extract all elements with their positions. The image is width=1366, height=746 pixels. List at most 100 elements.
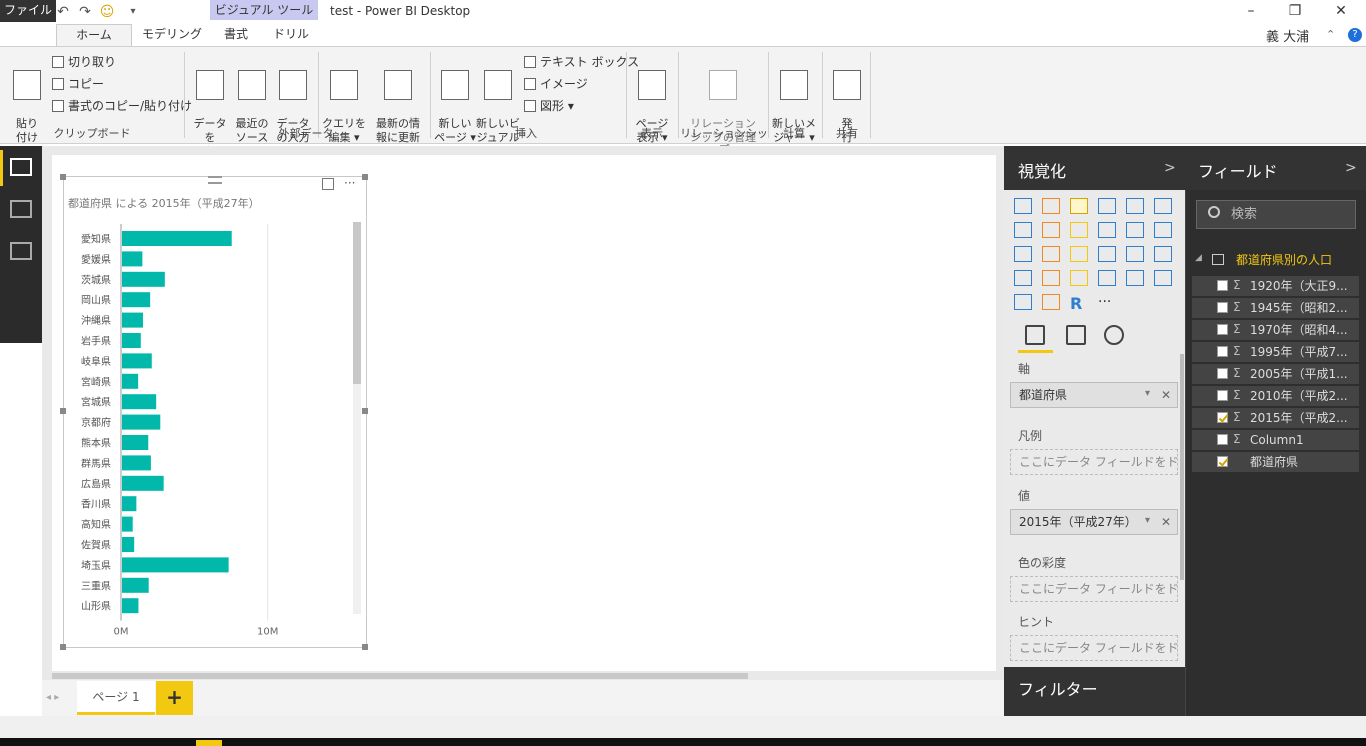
minimize-button[interactable]: – [1228, 0, 1274, 22]
kpi-visual-icon[interactable] [1154, 270, 1172, 286]
field-checkbox[interactable] [1217, 390, 1228, 401]
user-name[interactable]: 義 大浦 [1266, 26, 1309, 45]
resize-handle[interactable] [362, 644, 368, 650]
value-well[interactable]: 2015年（平成27年） [1010, 509, 1178, 535]
paste-button[interactable]: 貼り 付け [10, 56, 44, 145]
close-button[interactable]: ✕ [1318, 0, 1364, 22]
value-dropdown-icon[interactable]: ▾ [1145, 515, 1150, 526]
fields-search-input[interactable]: 検索 [1196, 200, 1356, 229]
line-clustered-column-visual-icon[interactable] [1126, 222, 1144, 238]
bar[interactable] [122, 394, 157, 410]
field-checkbox[interactable] [1217, 324, 1228, 335]
bar[interactable] [122, 557, 229, 573]
bar[interactable] [122, 577, 149, 593]
bar[interactable] [122, 537, 135, 552]
maximize-button[interactable]: ❐ [1272, 0, 1318, 22]
donut-visual-icon[interactable] [1042, 294, 1060, 310]
help-icon[interactable]: ? [1348, 28, 1362, 42]
slicer-visual-icon[interactable] [1014, 294, 1032, 310]
field-checkbox[interactable] [1217, 368, 1228, 379]
redo-icon[interactable]: ↷ [76, 3, 94, 21]
text-box-button[interactable]: テキスト ボックス [524, 53, 639, 71]
fields-tool-icon[interactable] [1025, 325, 1045, 345]
bar[interactable] [122, 353, 152, 369]
100-bar-visual-icon[interactable] [1126, 198, 1144, 214]
add-page-button[interactable]: + [156, 681, 193, 715]
visual-scrollbar[interactable] [353, 222, 361, 384]
new-page-button[interactable]: 新しい ページ ▾ [434, 56, 476, 145]
field-checkbox[interactable] [1217, 412, 1228, 423]
remove-axis-icon[interactable]: ✕ [1161, 388, 1171, 402]
report-view-icon[interactable] [10, 158, 32, 176]
funnel-visual-icon[interactable] [1042, 270, 1060, 286]
bar[interactable] [122, 414, 161, 430]
line-visual-icon[interactable] [1014, 222, 1032, 238]
data-view-icon[interactable] [10, 200, 32, 218]
saturation-well[interactable]: ここにデータ フィールドをドラッグし... [1010, 576, 1178, 602]
tab-format[interactable]: 書式 [210, 24, 262, 46]
tab-file[interactable]: ファイル [0, 0, 56, 22]
viz-pane-scrollbar[interactable] [1180, 354, 1184, 580]
collapse-visualizations-icon[interactable]: > [1164, 160, 1176, 176]
card-visual-icon[interactable] [1098, 270, 1116, 286]
filled-map-visual-icon[interactable] [1014, 270, 1032, 286]
canvas-hscrollbar[interactable] [52, 673, 748, 679]
format-painter-button[interactable]: 書式のコピー/貼り付け [52, 97, 192, 115]
bar[interactable] [122, 496, 137, 512]
donut-grid-visual-icon[interactable] [1070, 246, 1088, 262]
matrix-visual-icon[interactable] [1154, 246, 1172, 262]
analytics-magnifier-icon[interactable] [1104, 325, 1124, 345]
clustered-column-visual-icon[interactable] [1098, 198, 1116, 214]
page-nav-arrows[interactable]: ◂ ▸ [46, 692, 59, 703]
get-data-button[interactable]: データを 取得 ▾ [190, 56, 230, 159]
copy-button[interactable]: コピー [52, 75, 104, 93]
axis-dropdown-icon[interactable]: ▾ [1145, 388, 1150, 399]
tab-modeling[interactable]: モデリング [140, 24, 204, 46]
ribbon-visual-icon[interactable] [1154, 222, 1172, 238]
more-visuals-visual-icon[interactable]: ··· [1098, 294, 1116, 310]
relationships-view-icon[interactable] [10, 242, 32, 260]
resize-handle[interactable] [60, 174, 66, 180]
pie-visual-icon[interactable] [1042, 246, 1060, 262]
stacked-column-visual-icon[interactable] [1042, 198, 1060, 214]
bar[interactable] [122, 231, 232, 246]
legend-well[interactable]: ここにデータ フィールドをドラッグし... [1010, 449, 1178, 475]
page-tab-1[interactable]: ページ 1 [77, 681, 155, 715]
100-column-visual-icon[interactable] [1154, 198, 1172, 214]
field-checkbox[interactable] [1217, 456, 1228, 467]
collapse-fields-icon[interactable]: > [1345, 160, 1357, 176]
tab-home[interactable]: ホーム [56, 24, 132, 46]
refresh-button[interactable]: 最新の情 報に更新 [372, 56, 424, 145]
field-checkbox[interactable] [1217, 434, 1228, 445]
bar[interactable] [122, 598, 139, 614]
bar[interactable] [122, 333, 141, 348]
drag-grip-icon[interactable] [208, 176, 222, 184]
resize-handle[interactable] [362, 408, 368, 414]
stacked-area-visual-icon[interactable] [1070, 222, 1088, 238]
table-visual-icon[interactable] [1126, 246, 1144, 262]
bar[interactable] [122, 373, 139, 389]
shapes-button[interactable]: 図形 ▾ [524, 97, 574, 115]
customize-toolbar-icon[interactable]: ▾ [124, 3, 142, 21]
undo-icon[interactable]: ↶ [54, 3, 72, 21]
bar[interactable] [122, 455, 151, 471]
table-name[interactable]: 都道府県別の人口 [1236, 251, 1332, 268]
taskbar-powerbi-icon[interactable] [196, 740, 222, 746]
bar[interactable] [122, 435, 149, 450]
scatter-visual-icon[interactable] [1014, 246, 1032, 262]
more-options-icon[interactable]: ··· [344, 176, 355, 190]
multi-row-card-visual-icon[interactable] [1126, 270, 1144, 286]
bar[interactable] [122, 516, 133, 532]
bar[interactable] [122, 475, 164, 491]
tooltip-well[interactable]: ここにデータ フィールドをドラッグし... [1010, 635, 1178, 661]
r-visual-visual-icon[interactable]: R [1070, 294, 1088, 313]
bar[interactable] [122, 292, 151, 308]
remove-value-icon[interactable]: ✕ [1161, 515, 1171, 529]
image-button[interactable]: イメージ [524, 75, 588, 93]
gauge-visual-icon[interactable] [1070, 270, 1088, 286]
filters-header[interactable]: フィルター [1004, 667, 1185, 705]
area-visual-icon[interactable] [1042, 222, 1060, 238]
cut-button[interactable]: 切り取り [52, 53, 116, 71]
table-expand-icon[interactable]: ◢ [1195, 253, 1202, 263]
bar[interactable] [122, 312, 143, 328]
